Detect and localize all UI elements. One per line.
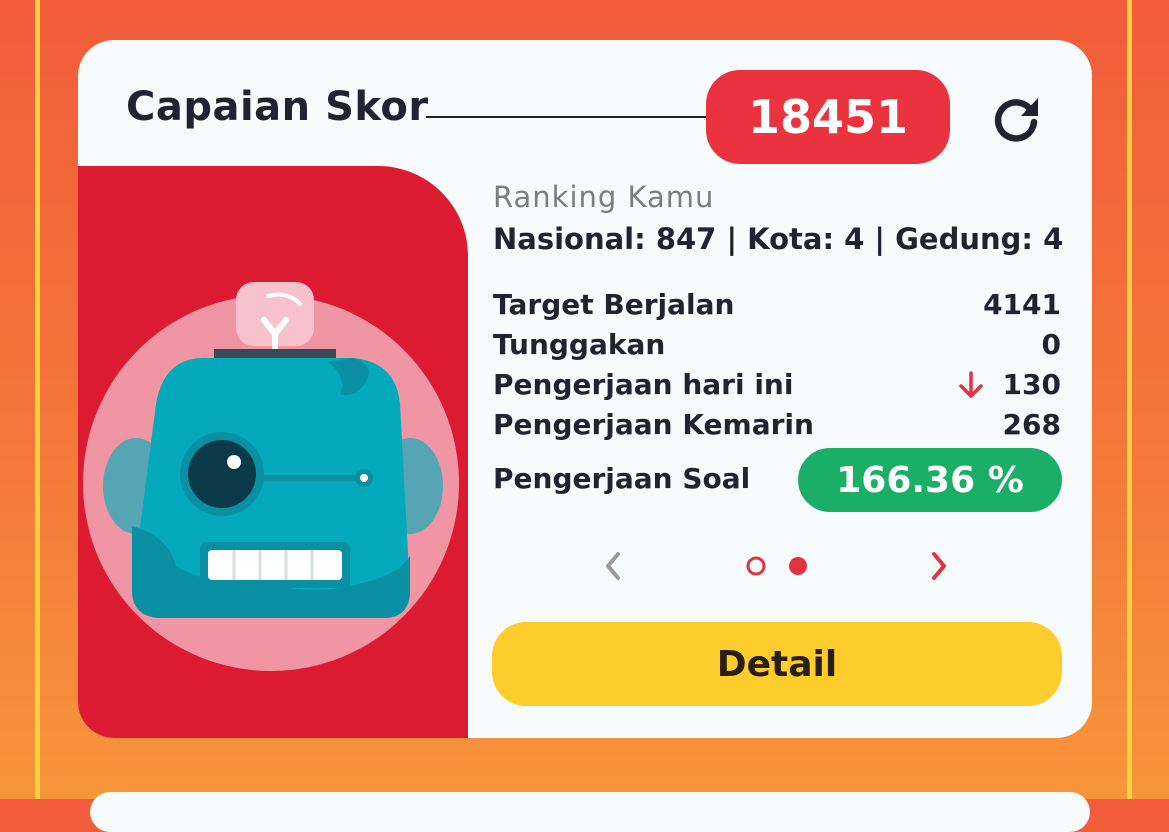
stat-label: Pengerjaan hari ini bbox=[493, 368, 794, 401]
pager-dots bbox=[746, 556, 807, 576]
completion-badge: 166.36 % bbox=[798, 448, 1062, 512]
stat-label: Tunggakan bbox=[493, 328, 666, 361]
left-accent-line bbox=[35, 0, 40, 799]
detail-button[interactable]: Detail bbox=[492, 622, 1062, 706]
stat-row-today: Pengerjaan hari ini 130 bbox=[493, 368, 1061, 401]
ranking-values: Nasional: 847 | Kota: 4 | Gedung: 4 bbox=[493, 222, 1064, 256]
completion-label: Pengerjaan Soal bbox=[493, 462, 751, 495]
ranking-label: Ranking Kamu bbox=[493, 180, 715, 214]
stat-row-yesterday: Pengerjaan Kemarin 268 bbox=[493, 408, 1061, 441]
stat-row-tunggakan: Tunggakan 0 bbox=[493, 328, 1061, 361]
avatar-panel bbox=[78, 166, 468, 738]
stat-label: Pengerjaan Kemarin bbox=[493, 408, 814, 441]
refresh-button[interactable] bbox=[988, 90, 1044, 146]
stat-label: Target Berjalan bbox=[493, 288, 735, 321]
completion-row: Pengerjaan Soal bbox=[493, 462, 793, 495]
next-card-peek bbox=[90, 792, 1090, 832]
chevron-left-icon[interactable] bbox=[598, 546, 628, 586]
stat-value: 4141 bbox=[983, 288, 1061, 321]
robot-avatar bbox=[83, 282, 459, 671]
refresh-icon bbox=[994, 98, 1038, 142]
pager-dot-active bbox=[789, 557, 807, 575]
arrow-down-icon bbox=[958, 370, 983, 398]
title-divider bbox=[426, 116, 708, 118]
stat-value: 130 bbox=[1002, 368, 1061, 401]
score-badge: 18451 bbox=[706, 70, 950, 164]
chevron-right-icon[interactable] bbox=[924, 546, 954, 586]
right-accent-line bbox=[1127, 0, 1132, 799]
stat-value: 0 bbox=[1041, 328, 1061, 361]
pager-dot bbox=[746, 556, 766, 576]
score-card: Capaian Skor 18451 Ranking Kamu Nasional… bbox=[78, 40, 1092, 738]
card-title: Capaian Skor bbox=[126, 84, 429, 130]
stat-value: 268 bbox=[1002, 408, 1061, 441]
stat-row-target: Target Berjalan 4141 bbox=[493, 288, 1061, 321]
